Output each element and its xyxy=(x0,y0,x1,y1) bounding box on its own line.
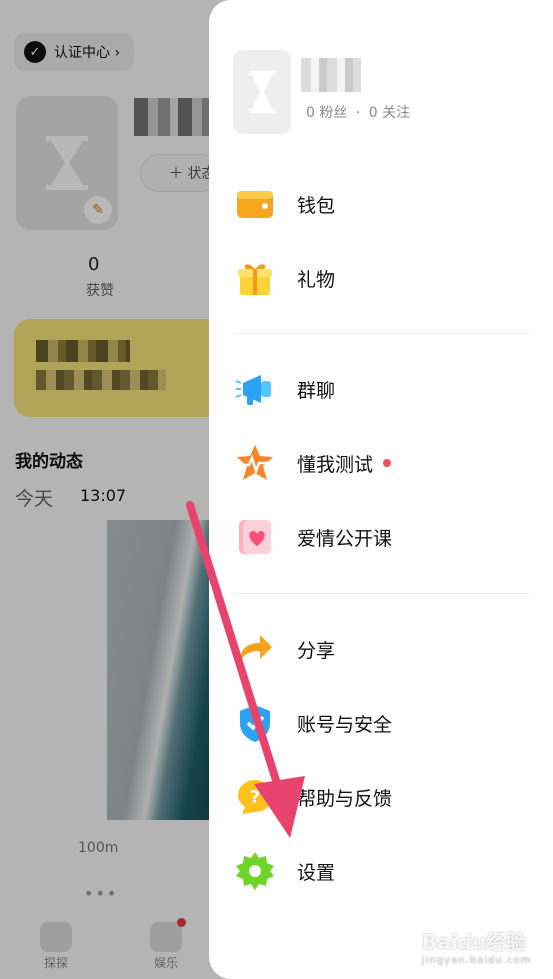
menu-item-label: 帮助与反馈 xyxy=(297,787,393,810)
side-drawer: 0 粉丝 · 0 关注 钱包 礼物 群聊 懂我测试 爱情公开课 分享 账号与安全… xyxy=(209,0,553,979)
notification-dot xyxy=(383,459,392,467)
following-count: 0 关注 xyxy=(368,105,411,121)
menu-item-love-course[interactable]: 爱情公开课 xyxy=(233,515,533,559)
menu-item-label: 礼物 xyxy=(297,268,336,291)
megaphone-icon xyxy=(233,367,277,411)
shield-icon xyxy=(233,701,277,745)
baidu-watermark: Baidu经验 jingyan.baidu.com xyxy=(422,926,531,966)
menu-divider xyxy=(233,593,529,594)
drawer-username-blurred xyxy=(301,58,361,92)
watermark-sub: jingyan.baidu.com xyxy=(422,955,532,966)
menu-item-label: 账号与安全 xyxy=(297,713,393,736)
gift-icon xyxy=(233,256,277,300)
menu-item-label: 爱情公开课 xyxy=(297,527,393,550)
follow-stats[interactable]: 0 粉丝 · 0 关注 xyxy=(306,102,414,122)
hourglass-placeholder-icon xyxy=(249,71,275,113)
menu-item-label: 懂我测试 xyxy=(297,453,374,476)
menu-item-account-security[interactable]: 账号与安全 xyxy=(233,701,533,745)
svg-text:?: ? xyxy=(250,787,260,808)
help-bubble-icon: ? xyxy=(233,775,277,819)
menu-item-gift[interactable]: 礼物 xyxy=(233,256,533,300)
followers-count: 0 粉丝 xyxy=(306,105,348,121)
menu-item-label: 钱包 xyxy=(297,194,336,217)
menu-divider xyxy=(233,333,529,334)
menu-item-label: 群聊 xyxy=(297,379,336,402)
heartbeat-star-icon xyxy=(233,441,277,485)
stats-separator: · xyxy=(355,105,361,121)
gear-icon xyxy=(233,849,277,893)
menu-item-label: 分享 xyxy=(297,639,336,662)
menu-item-label: 设置 xyxy=(297,861,336,884)
watermark-text: Baidu经验 xyxy=(422,930,527,954)
wallet-icon xyxy=(233,182,277,226)
menu-item-group-chat[interactable]: 群聊 xyxy=(233,367,533,411)
drawer-avatar[interactable] xyxy=(233,50,291,134)
menu-item-help-feedback[interactable]: ? 帮助与反馈 xyxy=(233,775,533,819)
share-arrow-icon xyxy=(233,627,277,671)
menu-item-wallet[interactable]: 钱包 xyxy=(233,182,533,226)
menu-item-settings[interactable]: 设置 xyxy=(233,849,533,893)
menu-item-share[interactable]: 分享 xyxy=(233,627,533,671)
menu-item-personality-test[interactable]: 懂我测试 xyxy=(233,441,533,485)
heart-book-icon xyxy=(233,515,277,559)
